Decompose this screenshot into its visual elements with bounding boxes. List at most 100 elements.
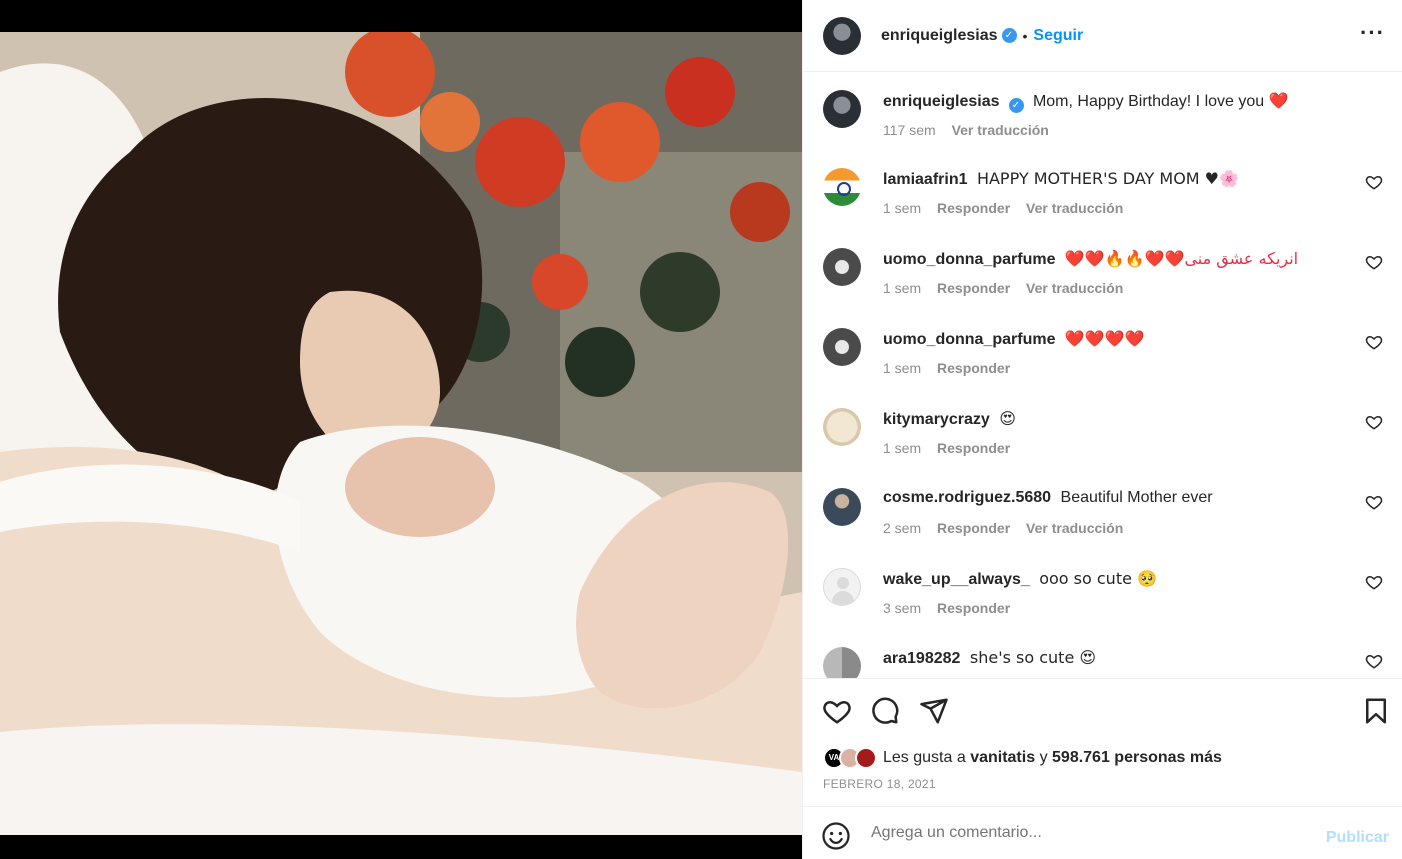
translate-link[interactable]: Ver traducción	[952, 122, 1049, 138]
reply-button[interactable]: Responder	[937, 600, 1010, 616]
comment-meta: 1 sem Responder	[883, 440, 1022, 456]
comment-time[interactable]: 1 sem	[883, 280, 921, 296]
comment-avatar[interactable]	[823, 168, 861, 206]
comment-text: cosme.rodriguez.5680 Beautiful Mother ev…	[883, 489, 1213, 507]
emoji-picker-icon[interactable]	[821, 821, 851, 851]
comment-like-heart-icon[interactable]	[1365, 413, 1383, 431]
comment-username[interactable]: lamiaafrin1	[883, 171, 967, 188]
comment-item: uomo_donna_parfume ❤️❤️🔥🔥❤️❤️انریکه عشق …	[823, 231, 1383, 301]
post-date[interactable]: FEBRERO 18, 2021	[823, 777, 936, 791]
verified-badge-icon: ✓	[1001, 28, 1017, 43]
reply-button[interactable]: Responder	[937, 360, 1010, 376]
comment-like-heart-icon[interactable]	[1365, 333, 1383, 351]
verified-badge-icon: ✓	[1008, 98, 1024, 113]
comment-item: lamiaafrin1 HAPPY MOTHER'S DAY MOM ♥🌸 1 …	[823, 151, 1383, 221]
comment-item: kitymarycrazy 😍 1 sem Responder	[823, 391, 1383, 461]
reply-button[interactable]: Responder	[937, 520, 1010, 536]
photo-illustration	[0, 32, 802, 835]
comment-meta: 1 sem Responder Ver traducción	[883, 280, 1135, 296]
comment-like-heart-icon[interactable]	[1365, 493, 1383, 511]
reply-button[interactable]: Responder	[937, 280, 1010, 296]
liker-username[interactable]: vanitatis	[970, 749, 1035, 766]
comment-item: ara198282 she's so cute 😍	[823, 630, 1383, 678]
post-caption: enriqueiglesias ✓ Mom, Happy Birthday! I …	[823, 73, 1383, 143]
comments-list[interactable]: enriqueiglesias ✓ Mom, Happy Birthday! I …	[803, 73, 1402, 678]
share-send-icon[interactable]	[919, 696, 949, 726]
translate-link[interactable]: Ver traducción	[1026, 520, 1123, 536]
post-media	[0, 0, 802, 859]
likes-text: Les gusta a vanitatis y 598.761 personas…	[883, 749, 1222, 767]
caption-emoji: ❤️	[1268, 91, 1289, 110]
comment-like-heart-icon[interactable]	[1365, 573, 1383, 591]
caption-body: Mom, Happy Birthday! I love you	[1032, 93, 1265, 110]
comment-time[interactable]: 1 sem	[883, 440, 921, 456]
more-options-icon[interactable]: ···	[1360, 22, 1385, 44]
comment-like-heart-icon[interactable]	[1365, 652, 1383, 670]
comment-body: ❤️❤️❤️❤️	[1064, 329, 1145, 348]
comment-username[interactable]: ara198282	[883, 650, 960, 667]
comment-text: uomo_donna_parfume ❤️❤️❤️❤️	[883, 329, 1145, 349]
follow-button[interactable]: Seguir	[1033, 27, 1083, 45]
comment-avatar[interactable]	[823, 568, 861, 606]
liker-avatar[interactable]	[855, 747, 877, 769]
comment-body: Beautiful Mother ever	[1060, 489, 1213, 506]
comment-username[interactable]: wake_up__always_	[883, 571, 1030, 588]
like-heart-icon[interactable]	[822, 696, 852, 726]
comment-meta: 3 sem Responder	[883, 600, 1022, 616]
publish-button[interactable]: Publicar	[1326, 829, 1389, 847]
comment-meta: 2 sem Responder Ver traducción	[883, 520, 1135, 536]
comment-body: she's so cute 😍	[969, 648, 1097, 667]
comment-avatar[interactable]	[823, 647, 861, 678]
comment-meta: 1 sem Responder Ver traducción	[883, 200, 1135, 216]
comment-like-heart-icon[interactable]	[1365, 173, 1383, 191]
separator-dot: •	[1022, 27, 1028, 44]
comment-body: HAPPY MOTHER'S DAY MOM ♥🌸	[976, 169, 1239, 188]
reply-button[interactable]: Responder	[937, 200, 1010, 216]
comment-username[interactable]: kitymarycrazy	[883, 411, 990, 428]
comment-text: ara198282 she's so cute 😍	[883, 648, 1096, 668]
post-details-panel: enriqueiglesias ✓ • Seguir ··· enriqueig…	[802, 0, 1402, 859]
comment-input[interactable]	[871, 822, 1311, 844]
likes-conjunction: y	[1039, 749, 1048, 766]
comment-text: uomo_donna_parfume ❤️❤️🔥🔥❤️❤️انریکه عشق …	[883, 249, 1298, 269]
translate-link[interactable]: Ver traducción	[1026, 200, 1123, 216]
comment-item: cosme.rodriguez.5680 Beautiful Mother ev…	[823, 471, 1383, 541]
save-bookmark-icon[interactable]	[1361, 696, 1391, 726]
add-comment-bar: Publicar	[803, 806, 1402, 859]
comment-time[interactable]: 1 sem	[883, 200, 921, 216]
likes-prefix: Les gusta a	[883, 749, 966, 766]
comment-text: kitymarycrazy 😍	[883, 409, 1016, 429]
likes-summary: VA Les gusta a vanitatis y 598.761 perso…	[823, 747, 1222, 769]
caption-time[interactable]: 117 sem	[883, 122, 936, 138]
caption-avatar[interactable]	[823, 90, 861, 128]
translate-link[interactable]: Ver traducción	[1026, 280, 1123, 296]
comment-time[interactable]: 3 sem	[883, 600, 921, 616]
post-photo[interactable]	[0, 32, 802, 835]
likes-count-link[interactable]: 598.761 personas más	[1052, 749, 1222, 766]
comment-username[interactable]: uomo_donna_parfume	[883, 331, 1055, 348]
comment-avatar[interactable]	[823, 488, 861, 526]
caption-text: enriqueiglesias ✓ Mom, Happy Birthday! I …	[883, 91, 1289, 113]
comment-username[interactable]: cosme.rodriguez.5680	[883, 489, 1051, 506]
comment-bubble-icon[interactable]	[870, 696, 900, 726]
caption-meta: 117 sem Ver traducción	[883, 122, 1061, 138]
comment-like-heart-icon[interactable]	[1365, 253, 1383, 271]
caption-username[interactable]: enriqueiglesias	[883, 93, 1000, 110]
author-username[interactable]: enriqueiglesias	[881, 27, 998, 45]
comment-avatar[interactable]	[823, 328, 861, 366]
comment-body: 😍	[999, 409, 1016, 428]
author-avatar[interactable]	[823, 16, 861, 55]
comment-body: ❤️❤️🔥🔥❤️❤️انریکه عشق منی	[1064, 249, 1299, 268]
comment-item: wake_up__always_ ooo so cute 🥺 3 sem Res…	[823, 551, 1383, 621]
comment-body: ooo so cute 🥺	[1039, 569, 1157, 588]
comment-time[interactable]: 2 sem	[883, 520, 921, 536]
post-actions: VA Les gusta a vanitatis y 598.761 perso…	[803, 678, 1402, 806]
comment-item: uomo_donna_parfume ❤️❤️❤️❤️ 1 sem Respon…	[823, 311, 1383, 381]
comment-time[interactable]: 1 sem	[883, 360, 921, 376]
comment-avatar[interactable]	[823, 248, 861, 286]
comment-username[interactable]: uomo_donna_parfume	[883, 251, 1055, 268]
comment-text: wake_up__always_ ooo so cute 🥺	[883, 569, 1157, 589]
comment-avatar[interactable]	[823, 408, 861, 446]
reply-button[interactable]: Responder	[937, 440, 1010, 456]
post-header: enriqueiglesias ✓ • Seguir ···	[803, 0, 1402, 72]
